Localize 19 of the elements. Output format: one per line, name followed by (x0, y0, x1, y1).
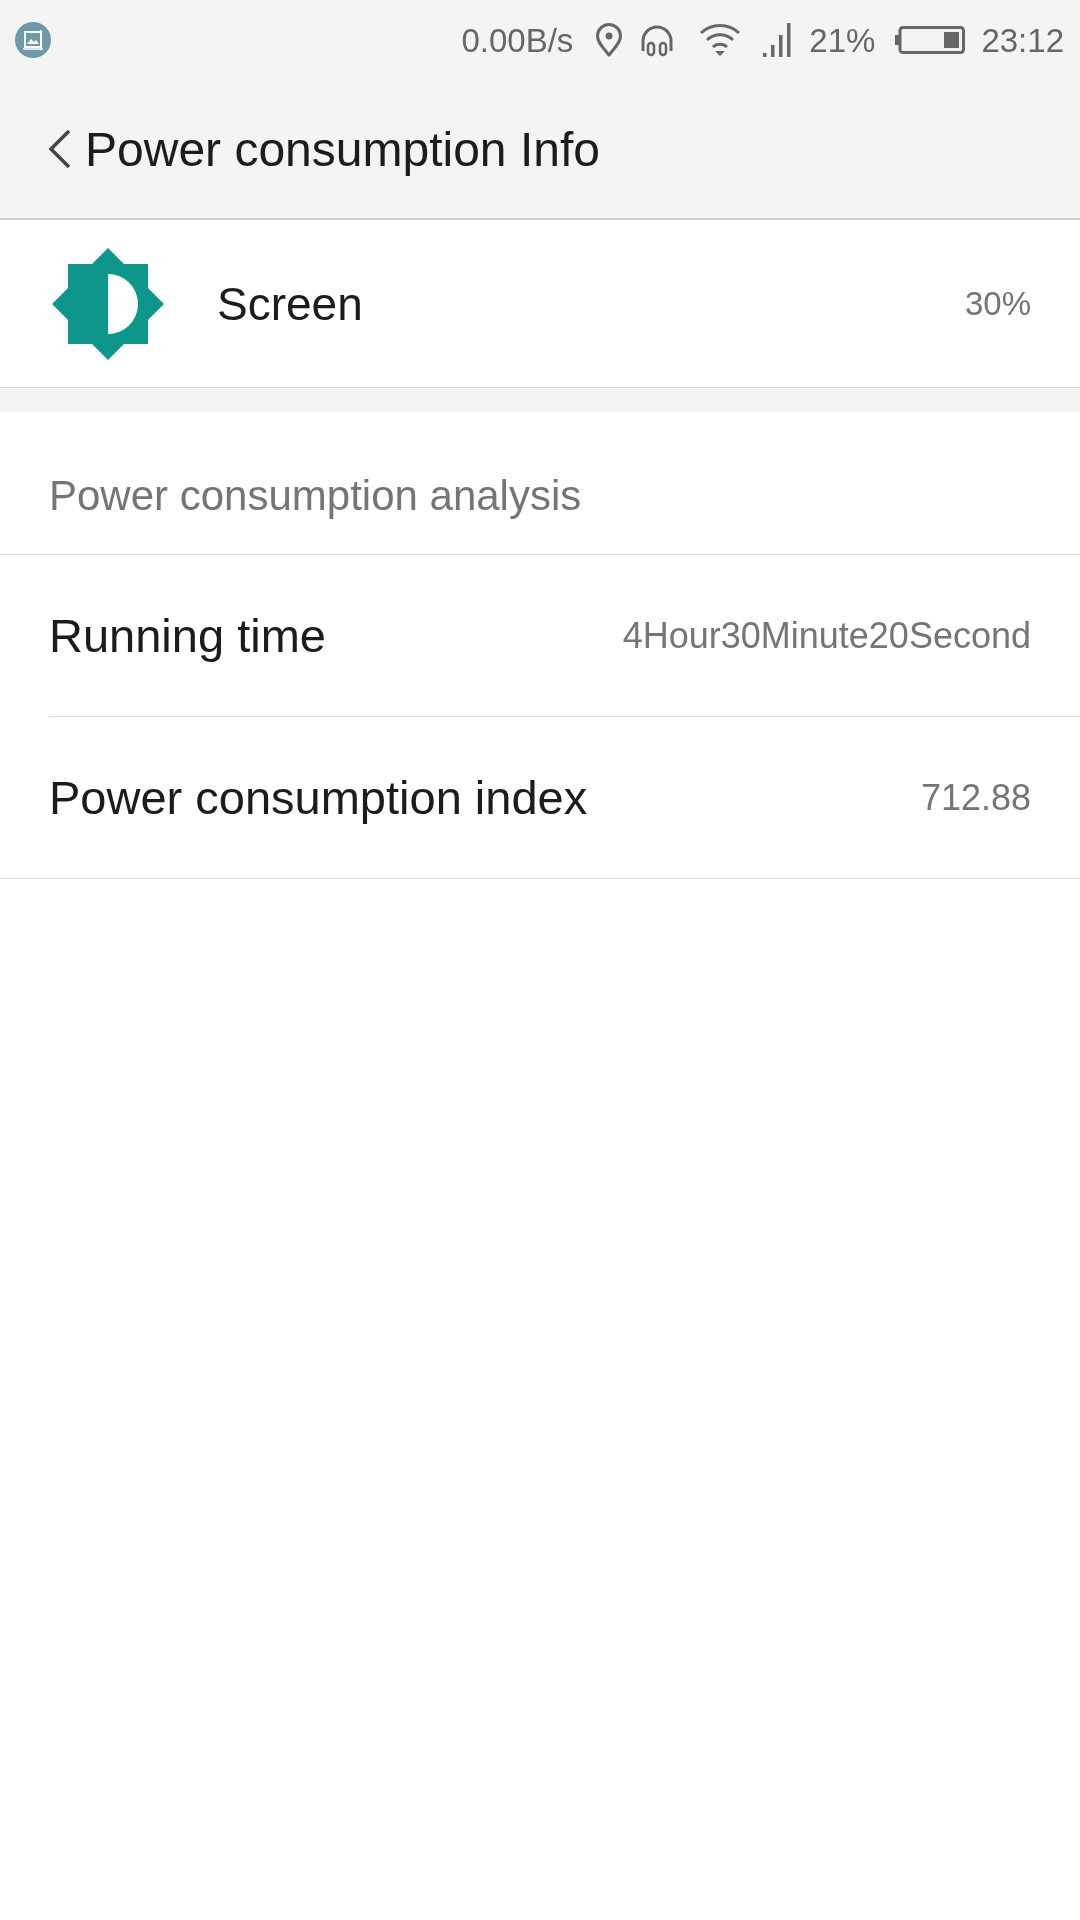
back-icon (48, 129, 72, 169)
battery-percent: 21% (809, 23, 876, 57)
info-value: 4Hour30Minute20Second (622, 614, 1031, 657)
usage-percent: 30% (964, 284, 1031, 323)
page-title: Power consumption Info (85, 121, 600, 177)
headphones-icon (639, 23, 676, 57)
usage-item-name: Screen (217, 276, 363, 331)
info-label: Power consumption index (49, 770, 588, 825)
info-value: 712.88 (920, 776, 1031, 819)
info-label: Running time (49, 608, 326, 663)
image-notification-icon (15, 22, 51, 58)
location-pin-icon (595, 23, 624, 57)
signal-icon (763, 23, 794, 57)
clock-time: 23:12 (981, 23, 1064, 57)
section-heading: Power consumption analysis (49, 472, 582, 520)
wifi-icon (699, 23, 742, 57)
battery-icon (895, 26, 966, 54)
brightness-icon (52, 247, 164, 360)
network-speed: 0.00B/s (461, 23, 574, 57)
